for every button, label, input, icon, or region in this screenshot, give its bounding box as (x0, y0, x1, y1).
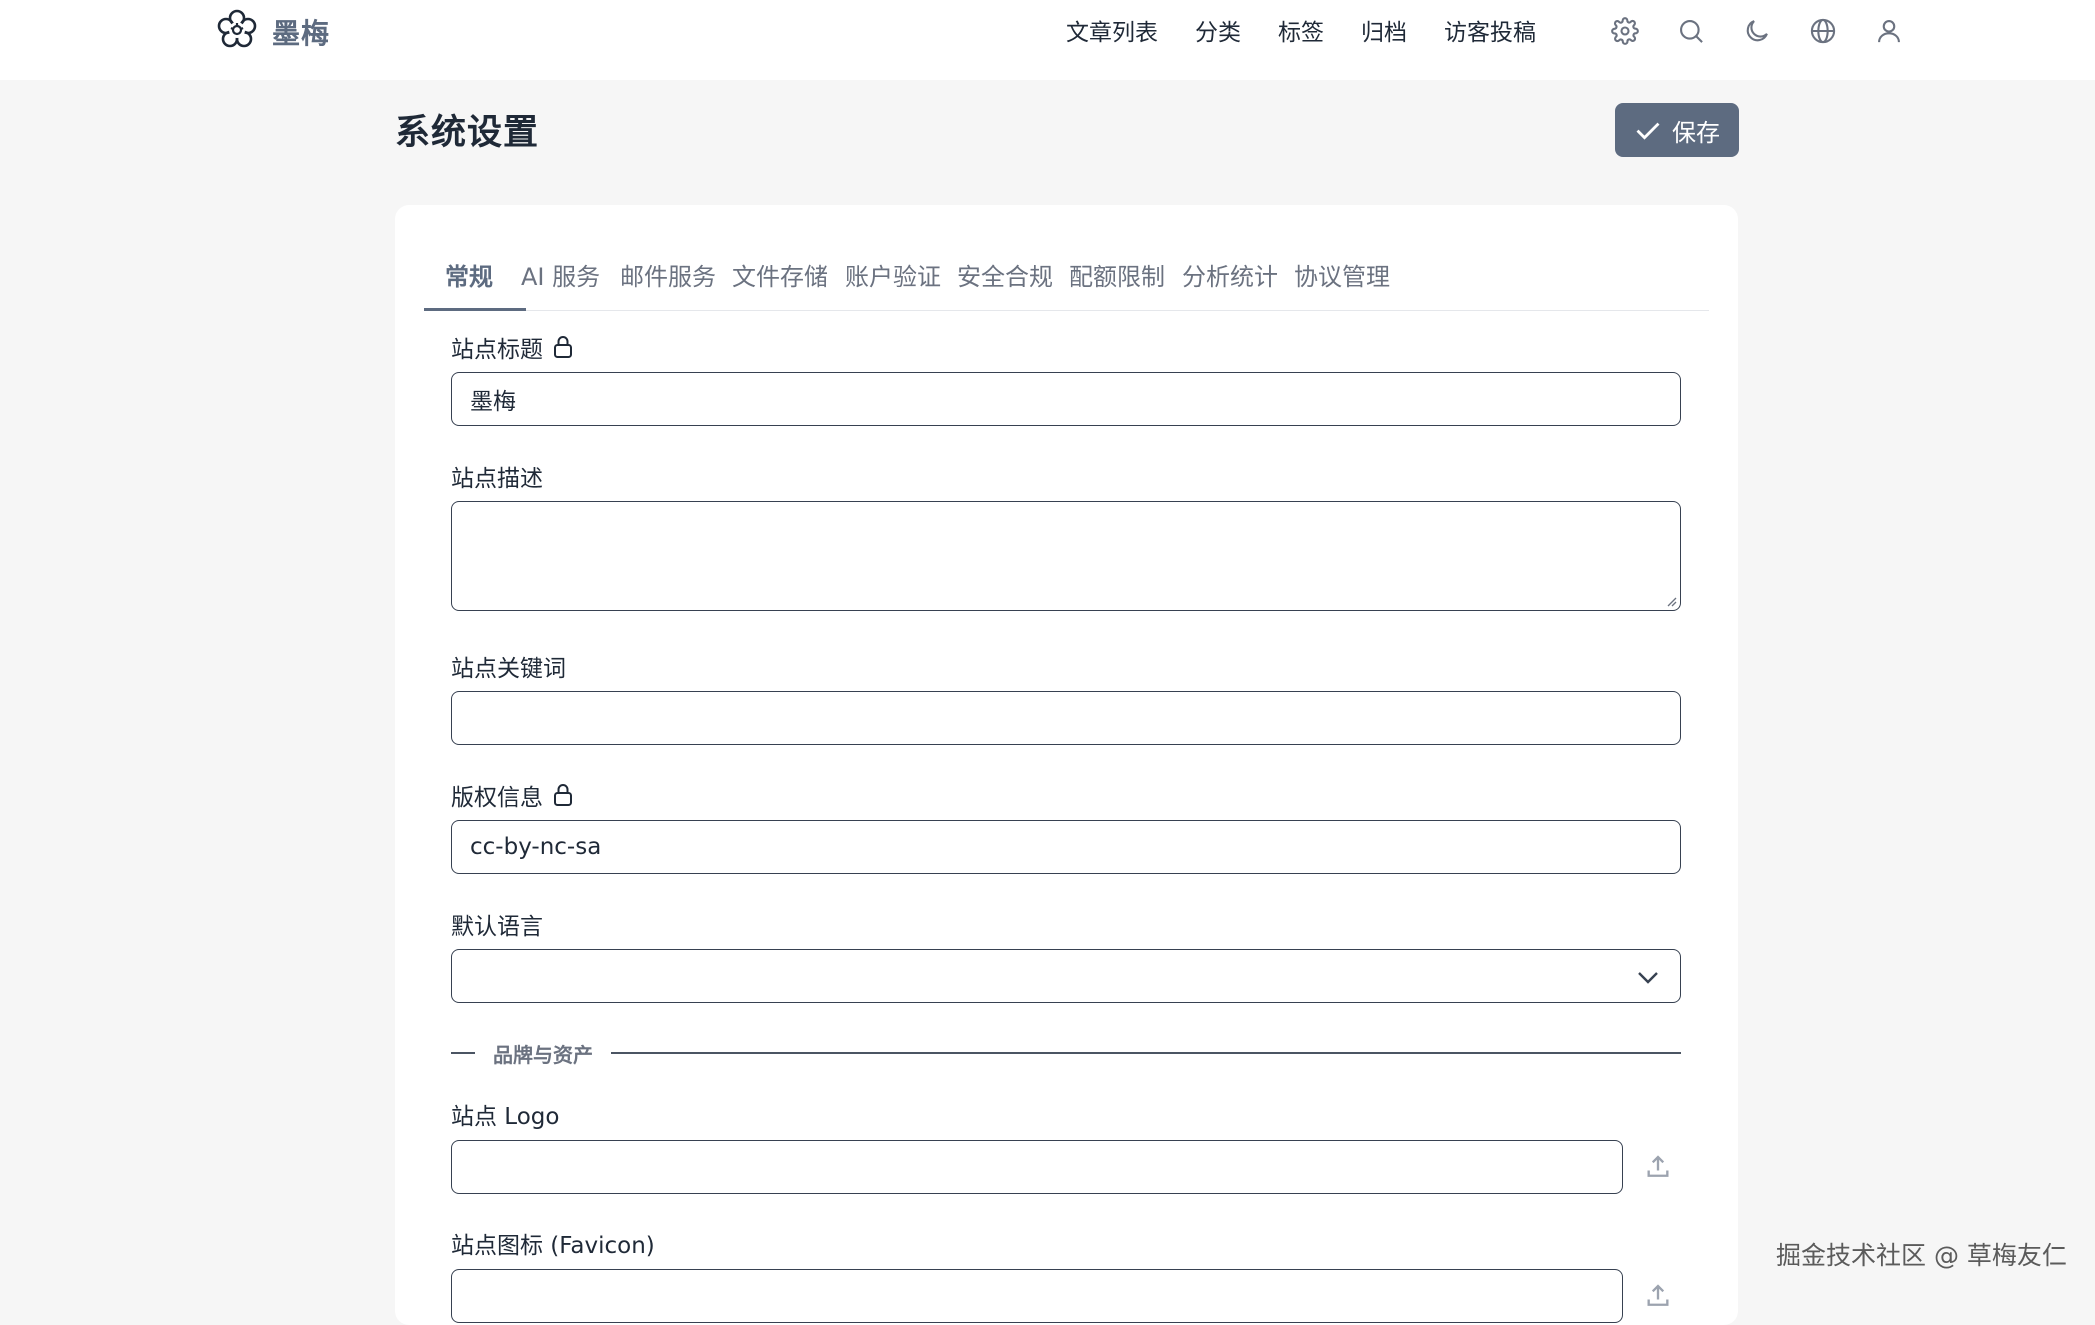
user-icon[interactable] (1872, 14, 1906, 48)
site-keywords-label-text: 站点关键词 (451, 656, 566, 682)
check-icon (1636, 122, 1660, 140)
default-language-label-text: 默认语言 (451, 914, 543, 940)
default-language-select[interactable] (451, 949, 1681, 1003)
brand[interactable]: 墨梅 (216, 9, 331, 55)
nav-item-articles[interactable]: 文章列表 (1066, 13, 1158, 47)
top-navbar: 墨梅 文章列表 分类 标签 归档 访客投稿 (0, 0, 2095, 80)
main-nav: 文章列表 分类 标签 归档 访客投稿 (1066, 12, 1573, 48)
divider-line (611, 1052, 1681, 1054)
copyright-input[interactable]: cc-by-nc-sa (451, 820, 1681, 874)
upload-icon[interactable] (1638, 1147, 1678, 1187)
site-logo-label: 站点 Logo (451, 1097, 559, 1131)
section-title: 品牌与资产 (493, 1042, 593, 1067)
site-description-label-text: 站点描述 (451, 466, 543, 492)
settings-tabs: 常规 AI 服务 邮件服务 文件存储 账户验证 安全合规 配额限制 分析统计 协… (424, 205, 1709, 311)
tab-account-verification[interactable]: 账户验证 (845, 257, 941, 292)
tab-general[interactable]: 常规 (445, 257, 493, 292)
site-keywords-input[interactable] (451, 691, 1681, 745)
plum-blossom-icon (216, 9, 258, 55)
tab-agreements[interactable]: 协议管理 (1294, 257, 1390, 292)
active-tab-indicator (424, 308, 526, 311)
chevron-down-icon (1636, 967, 1660, 987)
tab-quota-limits[interactable]: 配额限制 (1069, 257, 1165, 292)
nav-item-archive[interactable]: 归档 (1361, 13, 1407, 47)
moon-icon[interactable] (1740, 14, 1774, 48)
site-description-label: 站点描述 (451, 459, 543, 493)
copyright-label: 版权信息 (451, 778, 575, 812)
site-keywords-label: 站点关键词 (451, 649, 566, 683)
nav-item-categories[interactable]: 分类 (1195, 13, 1241, 47)
upload-icon[interactable] (1638, 1276, 1678, 1316)
site-title-label: 站点标题 (451, 330, 575, 364)
default-language-label: 默认语言 (451, 907, 543, 941)
save-button[interactable]: 保存 (1615, 103, 1739, 157)
tab-mail-service[interactable]: 邮件服务 (620, 257, 716, 292)
site-favicon-label: 站点图标 (Favicon) (451, 1226, 655, 1260)
section-divider-brand-assets: 品牌与资产 (451, 1038, 1681, 1068)
copyright-value: cc-by-nc-sa (470, 834, 602, 860)
site-favicon-input[interactable] (451, 1269, 1623, 1323)
site-title-input[interactable]: 墨梅 (451, 372, 1681, 426)
page-title: 系统设置 (395, 113, 540, 153)
site-logo-input[interactable] (451, 1140, 1623, 1194)
site-description-textarea[interactable] (451, 501, 1681, 611)
nav-item-tags[interactable]: 标签 (1278, 13, 1324, 47)
nav-icon-group (1608, 14, 1938, 48)
lock-icon (554, 336, 572, 358)
save-button-label: 保存 (1672, 118, 1720, 147)
settings-card: 常规 AI 服务 邮件服务 文件存储 账户验证 安全合规 配额限制 分析统计 协… (395, 205, 1738, 1325)
divider-line (451, 1052, 475, 1054)
globe-icon[interactable] (1806, 14, 1840, 48)
lock-icon (554, 784, 572, 806)
tab-file-storage[interactable]: 文件存储 (732, 257, 828, 292)
search-icon[interactable] (1674, 14, 1708, 48)
site-title-label-text: 站点标题 (451, 337, 543, 363)
copyright-label-text: 版权信息 (451, 785, 543, 811)
watermark: 掘金技术社区 @ 草梅友仁 (1776, 1241, 2067, 1270)
gear-icon[interactable] (1608, 14, 1642, 48)
site-logo-label-text: 站点 Logo (451, 1104, 560, 1130)
nav-item-submit[interactable]: 访客投稿 (1444, 13, 1536, 47)
brand-name: 墨梅 (272, 17, 331, 50)
tab-security-compliance[interactable]: 安全合规 (957, 257, 1053, 292)
tab-ai-service[interactable]: AI 服务 (521, 257, 600, 292)
tab-analytics[interactable]: 分析统计 (1182, 257, 1278, 292)
site-title-value: 墨梅 (470, 389, 516, 415)
resize-handle-icon[interactable] (1665, 595, 1677, 607)
site-favicon-label-text: 站点图标 (Favicon) (451, 1233, 655, 1259)
